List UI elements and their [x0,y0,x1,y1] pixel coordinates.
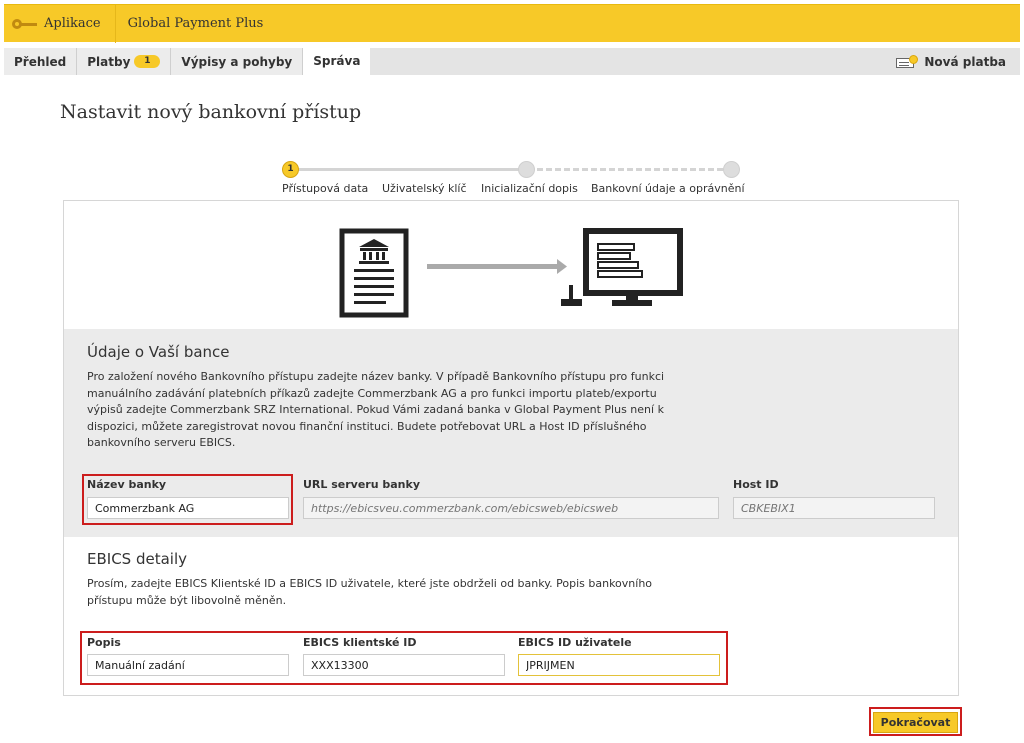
step-4-marker [723,161,740,178]
ebics-fields-highlight [80,631,728,685]
ebics-description-line: přístupu může být libovolně měněn. [87,593,287,607]
ebics-section-description: Prosím, zadejte EBICS Klientské ID a EBI… [87,576,652,609]
stepper-progress-line [290,168,528,171]
bank-description-line: dispozici, můžete zaregistrovat novou fi… [87,419,647,433]
key-icon [12,17,38,31]
tab-payments[interactable]: Platby 1 [77,48,172,75]
step-3-label: Inicializační dopis [481,182,578,195]
tab-statements[interactable]: Výpisy a pohyby [171,48,304,75]
top-bar-divider [114,4,116,43]
step-3-marker [518,161,535,178]
continue-button[interactable]: Pokračovat [873,712,958,733]
computer-monitor-icon [561,228,683,306]
continue-highlight: Pokračovat [869,707,962,736]
page-title: Nastavit nový bankovní přístup [60,101,362,123]
tab-payments-label: Platby [87,54,131,69]
bank-description-line: manuálního zadávání platebních příkazů z… [87,386,657,400]
host-id-input[interactable] [733,497,935,519]
main-tabs: Přehled Platby 1 Výpisy a pohyby Správa N… [4,47,1020,75]
bank-description-line: bankovního serveru EBICS. [87,436,236,449]
tab-statements-label: Výpisy a pohyby [181,54,293,69]
transfer-arrow-icon [427,259,567,274]
new-payment-icon [896,54,919,69]
product-name: Global Payment Plus [127,16,264,31]
bank-description-line: Pro založení nového Bankovního přístupu … [87,370,665,383]
bank-description-line: výpisů zadejte Commerzbank SRZ Internati… [87,403,664,416]
server-url-input[interactable] [303,497,719,519]
applications-button[interactable]: Aplikace [4,5,109,43]
step-1-label: Přístupová data [282,182,369,195]
step-1-marker: 1 [282,161,299,178]
bank-section-description: Pro založení nového Bankovního přístupu … [87,369,664,452]
bank-document-icon [339,228,409,318]
setup-card: Údaje o Vaší bance Pro založení nového B… [63,200,959,696]
step-2-label: Uživatelský klíč [382,182,467,195]
host-id-label: Host ID [733,478,779,491]
server-url-label: URL serveru banky [303,478,421,491]
wizard-stepper: 1 Přístupová data Uživatelský klíč Inici… [270,160,760,200]
ebics-description-line: Prosím, zadejte EBICS Klientské ID a EBI… [87,577,653,590]
bank-name-highlight [82,474,293,525]
tab-overview[interactable]: Přehled [4,48,78,75]
top-bar: Aplikace Global Payment Plus [4,4,1020,43]
bank-section-title: Údaje o Vaší bance [87,343,230,361]
stepper-remaining-line [528,168,732,171]
new-payment-label: Nová platba [924,54,1006,69]
new-payment-button[interactable]: Nová platba [886,48,1020,75]
applications-label: Aplikace [44,16,101,31]
ebics-section-title: EBICS detaily [87,550,187,568]
tab-administration-label: Správa [313,54,361,68]
step-4-label: Bankovní údaje a oprávnění [591,182,745,195]
tab-administration[interactable]: Správa [303,47,371,75]
tab-overview-label: Přehled [14,54,67,69]
bank-connection-illustration [339,228,683,318]
payments-count-badge: 1 [134,55,161,68]
